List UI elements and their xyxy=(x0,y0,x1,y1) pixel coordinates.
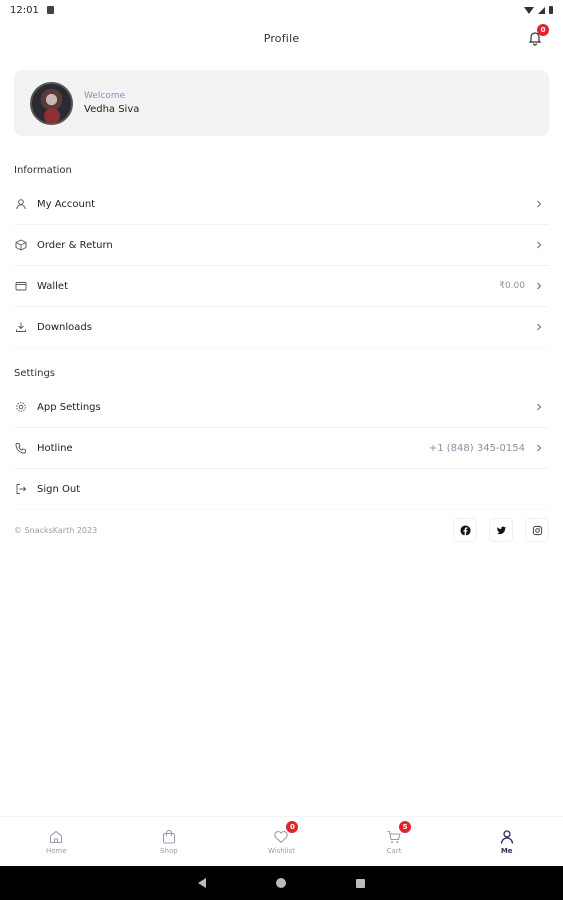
menu-item-label: Hotline xyxy=(37,442,73,454)
download-icon xyxy=(14,320,28,334)
menu-item-app-settings[interactable]: App Settings xyxy=(14,387,549,428)
nav-home[interactable]: Home xyxy=(0,817,113,866)
recent-apps-icon[interactable] xyxy=(356,878,365,888)
app-bar: Profile 0 xyxy=(0,22,563,54)
menu-item-label: Wallet xyxy=(37,280,69,292)
home-icon xyxy=(48,829,64,845)
menu-item-label: Order & Return xyxy=(37,239,113,251)
menu-item-my-account[interactable]: My Account xyxy=(14,184,549,225)
nav-label: Me xyxy=(500,846,513,855)
signal-icon xyxy=(538,6,545,14)
system-navigation-bar xyxy=(0,866,563,900)
menu-item-order-return[interactable]: Order & Return xyxy=(14,225,549,266)
user-icon xyxy=(499,829,515,845)
facebook-icon xyxy=(459,524,471,536)
user-name: Vedha Siva xyxy=(84,104,140,115)
box-icon xyxy=(14,238,28,252)
menu-item-label: Downloads xyxy=(37,321,92,333)
chevron-right-icon xyxy=(537,200,542,208)
chevron-right-icon xyxy=(537,282,542,290)
menu-item-sign-out[interactable]: Sign Out xyxy=(14,469,549,510)
sd-card-icon xyxy=(46,6,54,14)
cart-badge: 5 xyxy=(399,820,412,833)
page-title: Profile xyxy=(263,31,300,45)
facebook-button[interactable] xyxy=(453,518,477,542)
copyright-text: © SnacksKarth 2023 xyxy=(14,525,98,535)
wishlist-badge: 0 xyxy=(286,820,299,833)
menu-item-downloads[interactable]: Downloads xyxy=(14,307,549,348)
phone-icon xyxy=(14,441,28,455)
notification-badge: 0 xyxy=(537,24,549,36)
notification-button[interactable]: 0 xyxy=(527,24,549,46)
nav-label: Shop xyxy=(160,846,178,855)
hotline-number: +1 (848) 345-0154 xyxy=(428,442,525,454)
nav-label: Wishlist xyxy=(267,846,296,855)
twitter-button[interactable] xyxy=(489,518,513,542)
welcome-label: Welcome xyxy=(84,91,126,101)
battery-icon xyxy=(549,6,553,14)
home-circle-icon[interactable] xyxy=(276,878,286,888)
twitter-icon xyxy=(496,526,506,534)
chevron-right-icon xyxy=(537,403,542,411)
welcome-card[interactable]: Welcome Vedha Siva xyxy=(14,70,549,136)
profile-footer: © SnacksKarth 2023 xyxy=(14,516,549,544)
back-icon[interactable] xyxy=(198,878,206,888)
menu-item-label: App Settings xyxy=(37,401,101,413)
nav-shop[interactable]: Shop xyxy=(113,817,226,866)
nav-label: Home xyxy=(45,846,67,855)
chevron-right-icon xyxy=(537,323,542,331)
wallet-icon xyxy=(14,279,28,293)
instagram-icon xyxy=(532,525,542,535)
nav-me[interactable]: Me xyxy=(450,817,563,866)
user-icon xyxy=(14,197,28,211)
menu-item-label: My Account xyxy=(37,198,96,210)
heart-icon: 0 xyxy=(273,820,299,845)
wifi-icon xyxy=(524,6,534,14)
nav-wishlist[interactable]: 0 Wishlist xyxy=(225,817,338,866)
bottom-navigation: Home Shop 0 Wishlist 5 Cart Me xyxy=(0,816,563,866)
menu-item-wallet[interactable]: Wallet ₹0.00 xyxy=(14,266,549,307)
status-time: 12:01 xyxy=(10,4,39,16)
wallet-balance: ₹0.00 xyxy=(499,281,525,291)
menu-item-hotline[interactable]: Hotline +1 (848) 345-0154 xyxy=(14,428,549,469)
information-menu: My Account Order & Return Wallet ₹0.00 D… xyxy=(14,184,549,348)
nav-cart[interactable]: 5 Cart xyxy=(338,817,451,866)
chevron-right-icon xyxy=(537,241,542,249)
instagram-button[interactable] xyxy=(525,518,549,542)
chevron-right-icon xyxy=(537,444,542,452)
nav-label: Cart xyxy=(386,846,402,855)
settings-title: Settings xyxy=(14,368,56,379)
sign-out-icon xyxy=(14,482,28,496)
information-title: Information xyxy=(14,165,72,176)
status-bar: 12:01 xyxy=(0,0,563,20)
settings-menu: App Settings Hotline +1 (848) 345-0154 S… xyxy=(14,387,549,510)
shopping-bag-icon xyxy=(161,829,177,845)
gear-icon xyxy=(14,400,28,414)
menu-item-label: Sign Out xyxy=(37,483,81,495)
avatar xyxy=(30,81,73,125)
cart-icon: 5 xyxy=(386,820,412,845)
